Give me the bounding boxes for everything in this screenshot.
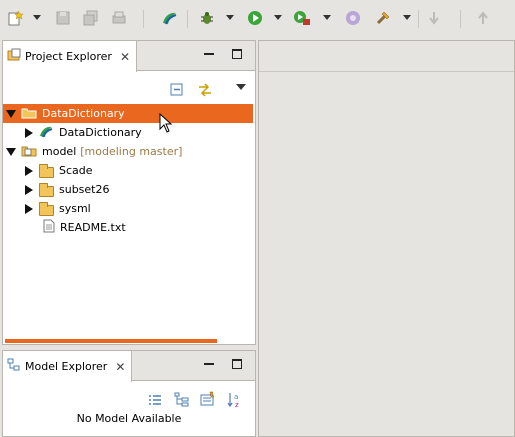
text-file-icon xyxy=(43,219,55,236)
new-wizard-icon[interactable] xyxy=(6,9,24,27)
main-toolbar xyxy=(0,0,515,38)
editor-area xyxy=(258,40,515,437)
tree-item-label: model xyxy=(42,145,77,158)
sort-icon[interactable]: az xyxy=(227,391,245,412)
folder-icon xyxy=(39,201,54,216)
run-dropdown[interactable] xyxy=(274,15,282,20)
project-explorer-icon xyxy=(7,48,21,65)
prev-annotation-icon[interactable] xyxy=(425,9,443,27)
tree-item-label: DataDictionary xyxy=(59,126,142,139)
minimize-button[interactable] xyxy=(204,363,214,365)
next-annotation-icon[interactable] xyxy=(474,9,492,27)
model-explorer-panel: Model Explorer ✕ az No Model Available xyxy=(2,350,256,437)
toolbar-separator xyxy=(418,10,419,28)
git-project-icon xyxy=(21,143,37,160)
mouse-cursor-icon xyxy=(159,112,173,136)
minimize-button[interactable] xyxy=(204,53,214,55)
toolbar-separator xyxy=(460,10,461,28)
tab-project-explorer[interactable]: Project Explorer ✕ xyxy=(3,41,137,72)
tree-item-label: Scade xyxy=(59,164,93,177)
open-project-icon xyxy=(21,106,37,122)
tree-item-sysml[interactable]: sysml xyxy=(3,199,91,218)
toolbar-separator xyxy=(187,10,188,28)
collapsed-icon[interactable] xyxy=(25,184,33,195)
horizontal-scrollbar[interactable] xyxy=(5,339,217,343)
collapsed-icon[interactable] xyxy=(25,127,33,138)
tree-item-label: sysml xyxy=(59,202,91,215)
close-icon[interactable]: ✕ xyxy=(115,360,125,374)
tree-item-readme[interactable]: README.txt xyxy=(3,218,126,237)
filter-icon[interactable] xyxy=(200,391,216,410)
model-explorer-icon xyxy=(7,358,21,375)
tree-item-subset26[interactable]: subset26 xyxy=(3,180,110,199)
expanded-icon[interactable] xyxy=(6,147,16,156)
collapsed-icon[interactable] xyxy=(25,203,33,214)
link-with-editor-icon[interactable] xyxy=(197,82,213,101)
model-explorer-header: Model Explorer ✕ xyxy=(3,351,255,382)
tab-model-explorer[interactable]: Model Explorer ✕ xyxy=(3,351,133,382)
maximize-button[interactable] xyxy=(232,359,242,369)
debug-icon[interactable] xyxy=(198,9,216,27)
view-menu-icon[interactable] xyxy=(236,84,246,90)
model-explorer-title: Model Explorer xyxy=(25,360,108,373)
tree-item-label: subset26 xyxy=(59,183,110,196)
tree-view-icon[interactable] xyxy=(174,392,190,411)
build-icon[interactable] xyxy=(374,9,392,27)
tree-item-model[interactable]: model [modeling master] xyxy=(3,142,182,161)
run-icon[interactable] xyxy=(246,9,264,27)
project-explorer-panel: Project Explorer ✕ DataDictionary DataDi… xyxy=(2,40,256,345)
run-config-dropdown[interactable] xyxy=(323,15,331,20)
tree-item-label: DataDictionary xyxy=(42,107,125,120)
scade-perspective-icon[interactable] xyxy=(160,9,178,27)
tree-item-datadictionary-model[interactable]: DataDictionary xyxy=(3,123,142,142)
repository-branch-label: [modeling master] xyxy=(80,145,183,158)
expanded-icon[interactable] xyxy=(6,109,16,118)
save-icon[interactable] xyxy=(54,9,72,27)
folder-icon xyxy=(39,163,54,178)
maximize-button[interactable] xyxy=(232,49,242,59)
collapsed-icon[interactable] xyxy=(25,165,33,176)
svg-text:a: a xyxy=(234,393,238,401)
external-tools-icon[interactable] xyxy=(344,9,362,27)
print-icon[interactable] xyxy=(110,9,128,27)
save-all-icon[interactable] xyxy=(82,9,100,27)
svg-text:z: z xyxy=(235,401,239,409)
no-model-message: No Model Available xyxy=(76,412,182,425)
collapse-all-icon[interactable] xyxy=(170,83,184,100)
tree-item-datadictionary-project[interactable]: DataDictionary xyxy=(3,104,253,123)
tree-item-scade[interactable]: Scade xyxy=(3,161,93,180)
run-config-icon[interactable] xyxy=(293,9,311,27)
build-dropdown[interactable] xyxy=(403,15,411,20)
toolbar-separator xyxy=(143,10,144,28)
close-icon[interactable]: ✕ xyxy=(120,50,130,64)
project-explorer-title: Project Explorer xyxy=(25,50,112,63)
folder-icon xyxy=(39,182,54,197)
project-explorer-header: Project Explorer ✕ xyxy=(3,41,255,72)
list-view-icon[interactable] xyxy=(148,393,162,410)
scade-model-icon xyxy=(38,124,54,141)
tree-item-label: README.txt xyxy=(60,221,126,234)
editor-divider xyxy=(259,71,514,72)
new-wizard-dropdown[interactable] xyxy=(33,15,41,20)
debug-dropdown[interactable] xyxy=(226,15,234,20)
